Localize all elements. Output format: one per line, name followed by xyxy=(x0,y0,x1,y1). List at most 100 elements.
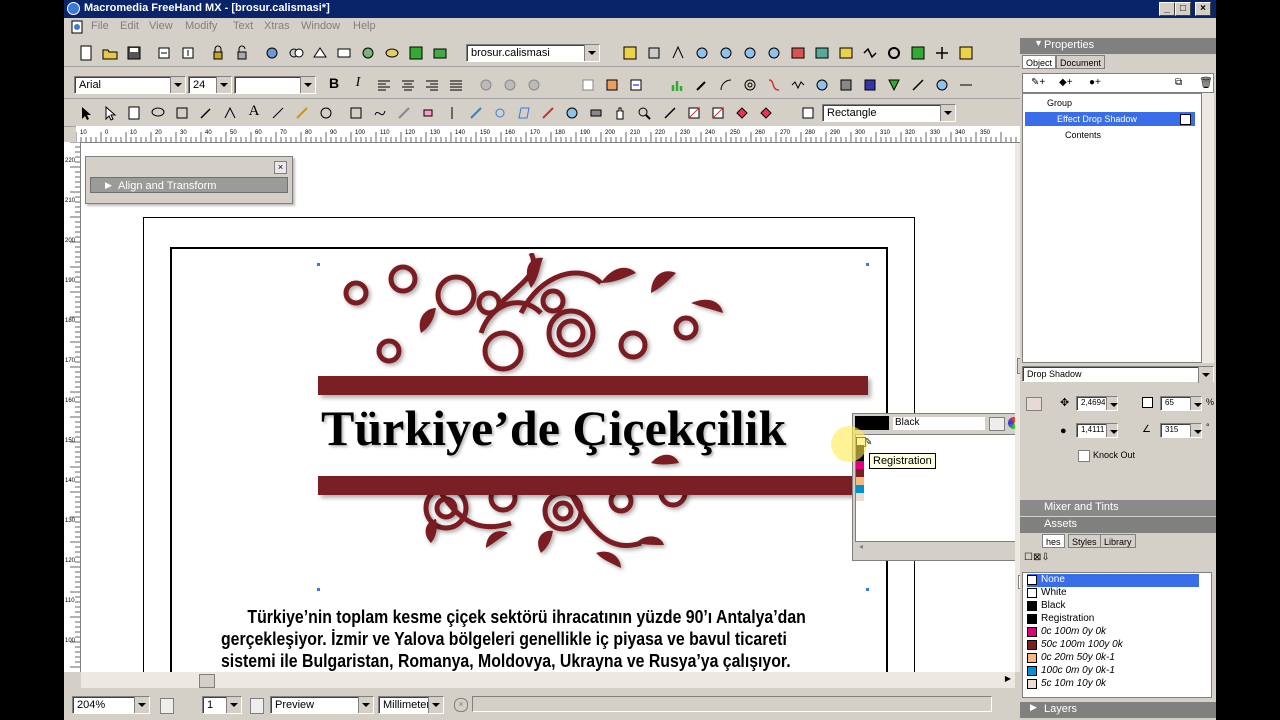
split-icon[interactable] xyxy=(334,43,354,63)
swatch-scrollbar[interactable]: ◂▸ xyxy=(857,542,1015,552)
scroll-right-icon[interactable]: ▶ xyxy=(1005,674,1011,683)
smudge-icon[interactable] xyxy=(908,75,928,95)
swatch-pink[interactable] xyxy=(856,493,864,501)
freehand-app-icon[interactable] xyxy=(67,2,80,15)
import-icon[interactable] xyxy=(154,43,174,63)
mirror-tool-icon[interactable] xyxy=(442,103,462,123)
tab-document[interactable]: Document xyxy=(1056,55,1106,69)
align-justify-icon[interactable] xyxy=(446,75,466,95)
page-select[interactable]: 1 xyxy=(202,696,242,714)
knock-out-checkbox[interactable] xyxy=(1078,450,1090,462)
bend-icon[interactable] xyxy=(764,75,784,95)
swatch-edit-icon[interactable] xyxy=(989,417,1005,431)
bottom-accent-bar[interactable] xyxy=(318,476,868,495)
mixer-header[interactable]: Mixer and Tints xyxy=(1020,500,1216,516)
join-icon[interactable] xyxy=(310,43,330,63)
skew-tool-icon[interactable] xyxy=(514,103,534,123)
grid-icon[interactable] xyxy=(406,43,426,63)
pencil-tool-icon[interactable] xyxy=(292,103,312,123)
offset-y-field[interactable]: 1,4111 xyxy=(1076,423,1118,438)
swatch-row-registration[interactable]: Registration xyxy=(1027,613,1199,626)
selection-handle[interactable] xyxy=(866,588,869,591)
swatch-row-magenta[interactable]: 0c 100m 0y 0k xyxy=(1027,626,1199,639)
menu-view[interactable]: View xyxy=(149,20,173,32)
menu-file[interactable]: File xyxy=(91,20,109,32)
text-wrap-icon[interactable] xyxy=(602,75,622,95)
shape-select[interactable]: Rectangle xyxy=(822,104,956,122)
panel-toggle-14-icon[interactable] xyxy=(932,43,952,63)
panel-toggle-5-icon[interactable] xyxy=(716,43,736,63)
angle-field[interactable]: 315 xyxy=(1160,423,1202,438)
color-wheel-icon[interactable] xyxy=(1008,417,1015,429)
text-attach-icon[interactable] xyxy=(626,75,646,95)
zoom-select[interactable]: 204% xyxy=(72,696,150,714)
swatch-row-cyan[interactable]: 100c 0m 0y 0k-1 xyxy=(1027,665,1199,678)
font-family-select[interactable]: Arial xyxy=(74,76,186,94)
panel-toggle-13-icon[interactable] xyxy=(908,43,928,63)
stroke-color-icon[interactable] xyxy=(660,103,680,123)
panel-toggle-6-icon[interactable] xyxy=(740,43,760,63)
horizontal-scroll-thumb[interactable] xyxy=(199,674,215,688)
current-color-chip[interactable] xyxy=(855,416,889,430)
bezigon-tool-icon[interactable] xyxy=(220,103,240,123)
rectangle-tool-icon[interactable] xyxy=(346,103,366,123)
effect-add-icon[interactable]: ●+ xyxy=(1089,77,1101,88)
menu-help[interactable]: Help xyxy=(353,20,376,32)
mirror-icon[interactable] xyxy=(860,75,880,95)
panel-toggle-7-icon[interactable] xyxy=(764,43,784,63)
selection-handle[interactable] xyxy=(866,263,869,266)
panel-toggle-1-icon[interactable] xyxy=(620,43,640,63)
export-icon[interactable] xyxy=(178,43,198,63)
new-swatch-icon[interactable]: ☐ xyxy=(1024,552,1033,563)
swatch-row-black[interactable]: Black xyxy=(1027,600,1199,613)
panel-close-icon[interactable]: × xyxy=(274,161,287,174)
trace-icon[interactable] xyxy=(956,75,976,95)
panel-toggle-9-icon[interactable] xyxy=(812,43,832,63)
cancel-icon[interactable]: × xyxy=(454,698,468,712)
effect-select[interactable]: Drop Shadow xyxy=(1022,366,1214,383)
units-select[interactable]: Millimeters xyxy=(378,696,444,714)
shadow-icon[interactable] xyxy=(932,75,952,95)
minimize-button[interactable]: _ xyxy=(1159,2,1175,16)
fill-color-icon[interactable] xyxy=(708,103,728,123)
opacity-field[interactable]: 65 xyxy=(1160,396,1202,411)
tree-group[interactable]: Group xyxy=(1047,98,1072,108)
freeform-tool-icon[interactable] xyxy=(370,103,390,123)
text-flow-icon[interactable] xyxy=(578,75,598,95)
assets-header[interactable]: Assets xyxy=(1020,517,1216,533)
group-icon[interactable] xyxy=(262,43,282,63)
swatch-row-pink[interactable]: 5c 10m 10y 0k xyxy=(1027,678,1199,691)
swatch-magenta[interactable] xyxy=(856,461,864,469)
spiral-icon[interactable] xyxy=(740,75,760,95)
pen-tool-icon[interactable] xyxy=(196,103,216,123)
panel-toggle-10-icon[interactable] xyxy=(836,43,856,63)
knife-tool-icon[interactable] xyxy=(394,103,414,123)
italic-button[interactable]: I xyxy=(348,75,368,95)
swatch-maroon[interactable] xyxy=(856,469,864,477)
save-icon[interactable] xyxy=(124,43,144,63)
panel-toggle-2-icon[interactable] xyxy=(644,43,664,63)
bold-button[interactable]: B xyxy=(324,75,344,95)
menu-window[interactable]: Window xyxy=(301,20,340,32)
shadow-color-swatch[interactable] xyxy=(1026,397,1042,411)
chart-icon[interactable] xyxy=(668,75,688,95)
selection-handle[interactable] xyxy=(317,588,320,591)
panel-toggle-15-icon[interactable] xyxy=(956,43,976,63)
swatch-row-white[interactable]: White xyxy=(1027,587,1199,600)
open-icon[interactable] xyxy=(100,43,120,63)
menu-text[interactable]: Text xyxy=(233,20,253,32)
arc-icon[interactable] xyxy=(716,75,736,95)
ellipse-tool-icon[interactable] xyxy=(316,103,336,123)
swatch-row-none[interactable]: None xyxy=(1027,574,1199,587)
tree-scrollbar[interactable] xyxy=(1202,93,1214,363)
text-effect-3-icon[interactable] xyxy=(524,75,544,95)
align-right-icon[interactable] xyxy=(422,75,442,95)
text-effect-icon[interactable] xyxy=(476,75,496,95)
fisheye-tool-icon[interactable] xyxy=(562,103,582,123)
layers-toggle-icon[interactable] xyxy=(430,43,450,63)
selection-handle[interactable] xyxy=(317,263,320,266)
duplicate-icon[interactable]: ⧉ xyxy=(1175,77,1182,88)
text-tool-icon[interactable]: A xyxy=(244,103,264,123)
rotate-tool-icon[interactable] xyxy=(490,103,510,123)
panel-toggle-11-icon[interactable] xyxy=(860,43,880,63)
